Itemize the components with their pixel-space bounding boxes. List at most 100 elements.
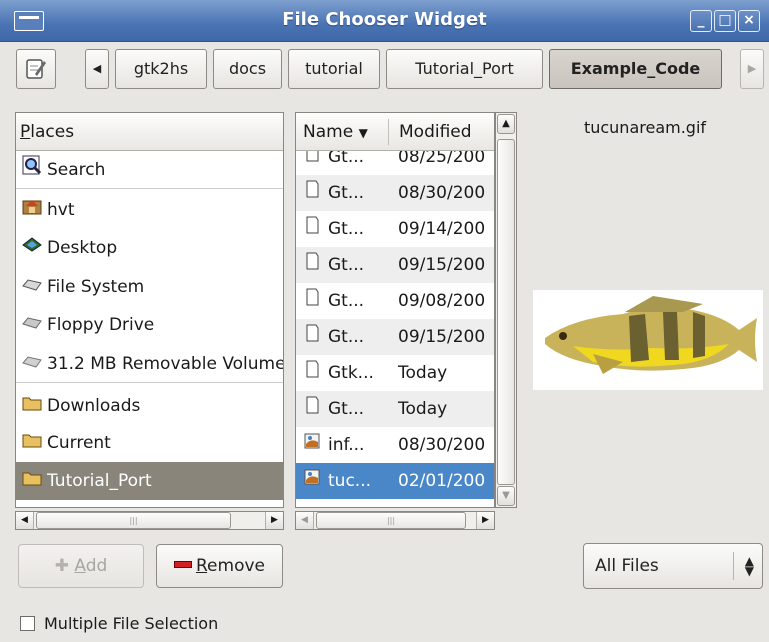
file-row[interactable]: Gt... 09/15/200 xyxy=(296,247,494,283)
places-header[interactable]: Places xyxy=(16,113,283,151)
column-header-name[interactable]: Name ▼ xyxy=(303,113,368,151)
file-row[interactable]: Gt... 09/15/200 xyxy=(296,319,494,355)
file-list[interactable]: Name ▼ Modified Gt... 08/25/200 Gt... 08/30… xyxy=(295,112,495,508)
sort-descending-icon: ▼ xyxy=(358,126,368,140)
file-name: Gt... xyxy=(328,291,365,311)
file-row[interactable]: inf... 08/30/200 xyxy=(296,427,494,463)
remove-icon xyxy=(173,561,192,568)
title-bar[interactable]: File Chooser Widget _ □ × xyxy=(0,0,769,42)
maximize-button[interactable]: □ xyxy=(714,10,736,32)
desktop-icon xyxy=(21,229,43,267)
preview-filename: tucunaream.gif xyxy=(583,118,707,137)
scroll-left-arrow-icon[interactable]: ◀ xyxy=(296,512,314,529)
file-name: Gt... xyxy=(328,183,365,203)
floppy-icon xyxy=(21,306,43,344)
file-name: inf... xyxy=(328,435,365,455)
combo-separator xyxy=(733,552,734,580)
places-item-floppy-drive[interactable]: Floppy Drive xyxy=(16,306,283,344)
text-file-icon xyxy=(302,175,322,211)
places-item-tutorial-port[interactable]: Tutorial_Port xyxy=(16,462,283,500)
file-modified: 08/30/200 xyxy=(398,183,486,203)
file-row[interactable]: Gtk... Today xyxy=(296,355,494,391)
text-file-icon xyxy=(302,211,322,247)
file-row[interactable]: tuc... 02/01/200 xyxy=(296,463,494,499)
file-modified: 02/01/200 xyxy=(398,471,486,491)
file-modified: 09/15/200 xyxy=(398,327,486,347)
file-name: Gt... xyxy=(328,399,365,419)
path-button-example-code[interactable]: Example_Code xyxy=(549,49,722,89)
column-header-modified[interactable]: Modified xyxy=(399,113,472,151)
places-item-removable-volume[interactable]: 31.2 MB Removable Volume xyxy=(16,345,283,383)
places-item-file-system[interactable]: File System xyxy=(16,268,283,306)
scroll-right-arrow-icon[interactable]: ▶ xyxy=(476,512,494,529)
minimize-button[interactable]: _ xyxy=(690,10,712,32)
add-button-label: dd xyxy=(85,556,108,576)
file-modified: 09/15/200 xyxy=(398,255,486,275)
text-file-icon xyxy=(302,391,322,427)
multiple-selection-checkbox[interactable]: Multiple File Selection xyxy=(20,614,218,633)
folder-icon xyxy=(21,387,43,425)
remove-button-mnemonic: R xyxy=(195,556,208,576)
file-modified: Today xyxy=(398,399,448,419)
remove-button-label: emove xyxy=(207,556,265,576)
add-button-mnemonic: A xyxy=(74,556,86,576)
folder-icon xyxy=(21,462,43,500)
file-row[interactable]: Gt... 08/30/200 xyxy=(296,175,494,211)
places-item-desktop[interactable]: Desktop xyxy=(16,229,283,267)
scrollbar-thumb[interactable]: ||| xyxy=(316,512,466,529)
places-item-hvt[interactable]: hvt xyxy=(16,191,283,229)
scroll-right-arrow-icon[interactable]: ▶ xyxy=(265,512,283,529)
places-item-label: Current xyxy=(47,433,111,453)
places-item-current[interactable]: Current xyxy=(16,424,283,462)
scroll-left-arrow-icon[interactable]: ◀ xyxy=(16,512,34,529)
close-button[interactable]: × xyxy=(738,10,760,32)
places-item-label: Tutorial_Port xyxy=(47,471,152,491)
updown-arrows-icon: ▲ ▼ xyxy=(744,554,754,578)
file-name: tuc... xyxy=(328,471,371,491)
file-row[interactable]: Gt... 09/08/200 xyxy=(296,283,494,319)
file-list-vertical-scrollbar[interactable]: ▲ ▼ xyxy=(495,112,517,508)
edit-location-button[interactable] xyxy=(16,49,56,89)
window-title: File Chooser Widget xyxy=(282,9,487,30)
places-item-label: Desktop xyxy=(47,238,118,258)
path-scroll-right-button[interactable]: ▶ xyxy=(740,49,764,89)
scrollbar-thumb[interactable] xyxy=(497,139,515,485)
column-header-name-label: Name xyxy=(303,122,354,142)
path-button-gtk2hs[interactable]: gtk2hs xyxy=(115,49,207,89)
file-list-horizontal-scrollbar[interactable]: ◀ ||| ▶ xyxy=(295,511,495,530)
path-scroll-left-button[interactable]: ◀ xyxy=(85,49,109,89)
checkbox-box[interactable] xyxy=(20,616,35,631)
places-item-downloads[interactable]: Downloads xyxy=(16,387,283,425)
text-file-icon xyxy=(302,247,322,283)
file-filter-value: All Files xyxy=(595,556,659,576)
places-item-label: File System xyxy=(47,277,145,297)
path-button-tutorial-port[interactable]: Tutorial_Port xyxy=(386,49,543,89)
places-horizontal-scrollbar[interactable]: ◀ ||| ▶ xyxy=(15,511,284,530)
file-name: Gtk... xyxy=(328,363,374,383)
edit-icon xyxy=(26,59,46,79)
places-header-mnemonic: P xyxy=(20,122,31,142)
places-panel[interactable]: Places Search hvt Desktop File System Fl… xyxy=(15,112,284,508)
multiple-selection-label: Multiple File Selection xyxy=(44,614,219,633)
search-icon xyxy=(21,151,43,188)
scrollbar-thumb[interactable]: ||| xyxy=(36,512,231,529)
path-button-docs[interactable]: docs xyxy=(213,49,282,89)
file-name: Gt... xyxy=(328,219,365,239)
file-row[interactable]: Gt... 09/14/200 xyxy=(296,211,494,247)
scroll-down-arrow-icon[interactable]: ▼ xyxy=(497,486,515,506)
path-button-tutorial[interactable]: tutorial xyxy=(288,49,380,89)
remove-button[interactable]: Remove xyxy=(156,544,283,588)
places-item-search[interactable]: Search xyxy=(16,151,283,189)
scroll-up-arrow-icon[interactable]: ▲ xyxy=(497,114,515,134)
places-item-label: hvt xyxy=(47,200,75,220)
file-filter-select[interactable]: All Files ▲ ▼ xyxy=(583,543,763,589)
add-icon: ✚ xyxy=(54,556,69,576)
text-file-icon xyxy=(302,355,322,391)
fish-image xyxy=(545,296,757,374)
file-row[interactable]: Gt... Today xyxy=(296,391,494,427)
add-button[interactable]: ✚ Add xyxy=(18,544,144,588)
image-file-icon xyxy=(302,463,322,499)
removable-drive-icon xyxy=(21,345,43,382)
image-file-icon xyxy=(302,427,322,463)
file-name: Gt... xyxy=(328,255,365,275)
